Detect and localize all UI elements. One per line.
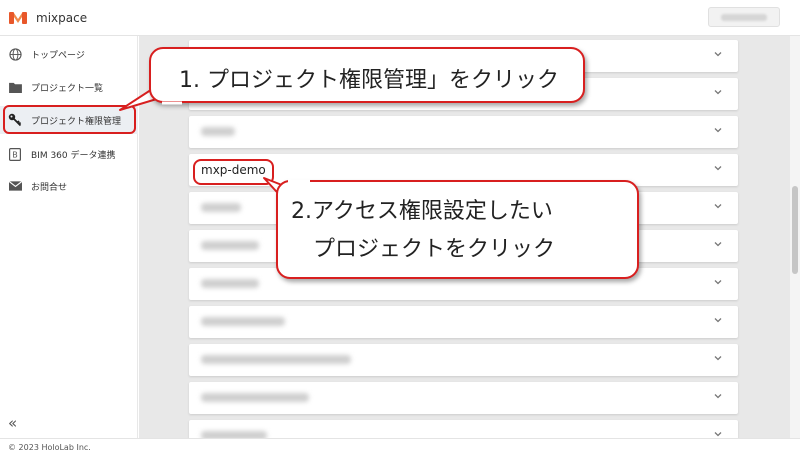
chevron-down-icon [714,318,722,323]
sidebar-item-project-list[interactable]: プロジェクト一覧 [0,73,138,101]
globe-icon [8,47,22,61]
callout-step2: 2.アクセス権限設定したい プロジェクトをクリック [276,180,639,279]
project-row[interactable] [189,382,738,414]
chevron-down-icon [714,280,722,285]
svg-text:B: B [12,150,18,159]
highlight-sidebar-item [3,105,136,134]
scrollbar[interactable] [790,36,800,438]
blurred-account-label [721,14,767,21]
blurred-project-name [201,203,241,212]
chevron-down-icon [714,128,722,133]
callout-step1: 1. プロジェクト権限管理」をクリック [149,47,585,103]
scrollbar-thumb[interactable] [792,186,798,274]
sidebar-item-bim360[interactable]: B BIM 360 データ連携 [0,140,138,168]
footer-copyright: © 2023 HoloLab Inc. [0,438,800,457]
app-name: mixpace [36,10,88,25]
chevron-down-icon [714,52,722,57]
chevron-down-icon [714,204,722,209]
mixpace-logo-icon [9,11,27,24]
sidebar-item-label: プロジェクト一覧 [31,83,104,94]
sidebar-item-label: お問合せ [31,182,68,193]
chevron-down-icon [714,394,722,399]
chevron-down-icon [714,356,722,361]
project-row[interactable] [189,306,738,338]
app-header: mixpace [0,0,800,36]
sidebar-item-contact[interactable]: お問合せ [0,172,138,200]
mail-icon [8,179,22,193]
collapse-sidebar-button[interactable]: « [8,414,17,432]
project-row[interactable] [189,116,738,148]
account-button[interactable] [708,7,780,27]
chevron-down-icon [714,432,722,437]
chevron-down-icon [714,166,722,171]
blurred-project-name [201,241,259,250]
sidebar-item-label: BIM 360 データ連携 [31,150,116,161]
sidebar-item-top-page[interactable]: トップページ [0,40,138,68]
blurred-project-name [201,127,235,136]
blurred-project-name [201,279,259,288]
project-row[interactable] [189,344,738,376]
project-row[interactable] [189,420,738,438]
bim-icon: B [8,147,22,161]
sidebar-item-label: トップページ [31,50,85,61]
blurred-project-name [201,393,309,402]
blurred-project-name [201,355,351,364]
blurred-project-name [201,317,285,326]
chevron-down-icon [714,90,722,95]
callout-step1-text: 1. プロジェクト権限管理」をクリック [179,68,559,93]
folder-icon [8,80,22,94]
highlight-mxp-demo [193,159,274,185]
blurred-project-name [201,431,267,438]
sidebar: トップページ プロジェクト一覧 プロジェクト権限管理 B BIM 360 データ… [0,36,138,438]
callout-step2-text: 2.アクセス権限設定したい プロジェクトをクリック [291,199,556,262]
chevron-down-icon [714,242,722,247]
